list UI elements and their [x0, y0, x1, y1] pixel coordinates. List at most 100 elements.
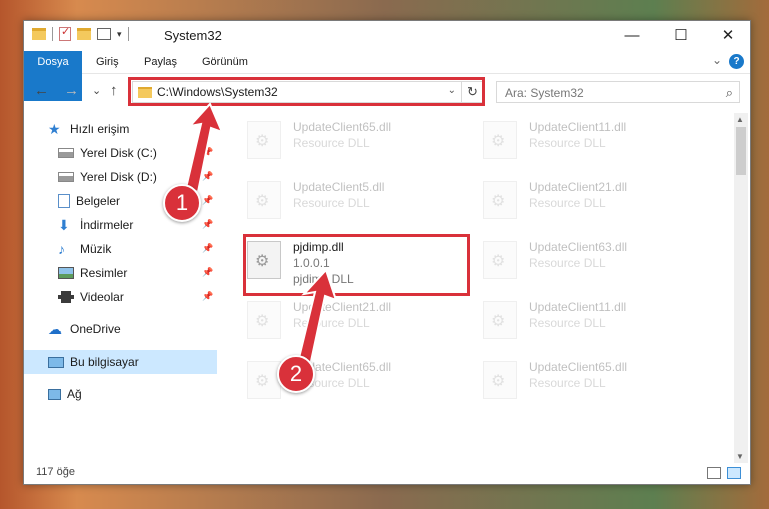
sidebar-item-label: Videolar: [80, 290, 124, 304]
file-highlight-box: [243, 234, 470, 296]
quick-access-toolbar: ▾: [32, 25, 129, 41]
step-1-badge: 1: [163, 184, 201, 222]
file-description: Resource DLL: [529, 256, 606, 270]
file-name: UpdateClient5.dll: [293, 180, 385, 194]
pin-icon: 📌: [202, 291, 214, 301]
sidebar-item-disk-c[interactable]: Yerel Disk (C:): [58, 142, 157, 164]
file-name: UpdateClient21.dll: [293, 300, 392, 314]
forward-button[interactable]: →: [64, 82, 79, 99]
window-title: System32: [164, 28, 222, 43]
file-name: UpdateClient11.dll: [529, 120, 627, 134]
sidebar-item-documents[interactable]: Belgeler: [58, 190, 120, 212]
list-item[interactable]: UpdateClient11.dll Resource DLL: [483, 117, 703, 167]
dll-file-icon: [247, 181, 281, 219]
sidebar-item-music[interactable]: ♪ Müzik: [58, 238, 111, 260]
drive-icon: [58, 172, 74, 182]
details-view-icon[interactable]: [707, 467, 721, 479]
dll-file-icon: [483, 301, 517, 339]
sidebar-item-network[interactable]: Ağ: [48, 383, 82, 405]
back-button[interactable]: ←: [34, 82, 49, 99]
dll-file-icon: [247, 361, 281, 399]
scroll-down-icon[interactable]: ▼: [736, 452, 744, 461]
item-count: 117 öğe: [36, 466, 75, 478]
dll-file-icon: [483, 121, 517, 159]
file-description: Resource DLL: [529, 196, 606, 210]
expand-ribbon-icon[interactable]: ⌄: [712, 53, 722, 67]
tab-view[interactable]: Görünüm: [192, 51, 258, 73]
close-button[interactable]: ✕: [705, 21, 751, 51]
list-item[interactable]: UpdateClient65.dll Resource DLL: [483, 357, 703, 407]
file-name: UpdateClient21.dll: [529, 180, 628, 194]
dll-file-icon: [483, 181, 517, 219]
explorer-window: ▾ System32 — ☐ ✕ Dosya Giriş Paylaş Görü…: [23, 20, 751, 485]
address-highlight-box: [128, 77, 485, 106]
sidebar-item-label: Hızlı erişim: [70, 122, 130, 136]
customize-toolbar-icon[interactable]: ▾: [117, 29, 122, 40]
video-icon: [58, 291, 74, 303]
pin-icon: 📌: [202, 243, 214, 253]
network-icon: [48, 388, 61, 400]
list-item[interactable]: UpdateClient65.dll Resource DLL: [247, 117, 467, 167]
dll-file-icon: [247, 301, 281, 339]
help-icon[interactable]: ?: [729, 54, 744, 69]
sidebar-item-onedrive[interactable]: ☁ OneDrive: [48, 318, 121, 340]
vertical-scrollbar[interactable]: ▲ ▼: [734, 113, 748, 463]
dll-file-icon: [483, 361, 517, 399]
search-icon: ⌕: [725, 85, 733, 100]
sidebar-item-label: Ağ: [67, 387, 82, 401]
pictures-icon: [58, 267, 74, 279]
drive-icon: [58, 148, 74, 158]
toolbar-divider: [127, 27, 129, 41]
file-name: UpdateClient11.dll: [529, 300, 627, 314]
toolbar-divider: [52, 27, 53, 41]
scroll-thumb[interactable]: [736, 127, 746, 175]
navigation-pane: ★ Hızlı erişim Yerel Disk (C:) 📌 Yerel D…: [24, 113, 219, 463]
new-folder-icon[interactable]: [77, 28, 91, 40]
sidebar-item-videos[interactable]: Videolar: [58, 286, 124, 308]
sidebar-item-pictures[interactable]: Resimler: [58, 262, 127, 284]
file-description: Resource DLL: [529, 376, 606, 390]
status-bar: 117 öğe: [24, 462, 750, 484]
file-description: Resource DLL: [529, 136, 606, 150]
file-name: UpdateClient65.dll: [529, 360, 628, 374]
pin-icon: 📌: [202, 219, 214, 229]
minimize-button[interactable]: —: [609, 21, 655, 51]
pin-icon: 📌: [202, 147, 214, 157]
list-item[interactable]: UpdateClient21.dll Resource DLL: [247, 297, 467, 347]
up-button[interactable]: ↑: [110, 82, 118, 99]
scroll-up-icon[interactable]: ▲: [736, 115, 744, 124]
sidebar-item-downloads[interactable]: ⬇ İndirmeler: [58, 214, 133, 236]
file-description: Resource DLL: [293, 196, 370, 210]
sidebar-item-quick-access[interactable]: ★ Hızlı erişim: [48, 118, 129, 140]
recent-locations-button[interactable]: ⌄: [92, 84, 101, 97]
tab-share[interactable]: Paylaş: [134, 51, 187, 73]
folder-icon: [32, 28, 46, 40]
documents-icon: [58, 194, 70, 208]
pin-icon: 📌: [202, 195, 214, 205]
sidebar-item-label: OneDrive: [70, 322, 121, 336]
tiles-view-icon[interactable]: [727, 467, 741, 479]
sidebar-item-this-pc[interactable]: Bu bilgisayar: [48, 351, 139, 373]
computer-icon: [48, 356, 64, 368]
file-description: Resource DLL: [293, 136, 370, 150]
ribbon-tabs: Dosya Giriş Paylaş Görünüm ⌄ ?: [24, 51, 750, 101]
dll-file-icon: [483, 241, 517, 279]
sidebar-item-label: Müzik: [80, 242, 112, 256]
list-item[interactable]: UpdateClient21.dll Resource DLL: [483, 177, 703, 227]
sidebar-item-label: Resimler: [80, 266, 128, 280]
search-input[interactable]: Ara: System32: [505, 86, 584, 100]
sidebar-item-disk-d[interactable]: Yerel Disk (D:): [58, 166, 157, 188]
file-description: Resource DLL: [293, 316, 370, 330]
pin-icon: 📌: [202, 267, 214, 277]
list-item[interactable]: UpdateClient5.dll Resource DLL: [247, 177, 467, 227]
sidebar-item-label: İndirmeler: [80, 218, 134, 232]
tab-home[interactable]: Giriş: [86, 51, 129, 73]
search-box[interactable]: Ara: System32 ⌕: [496, 81, 740, 103]
list-item[interactable]: UpdateClient11.dll Resource DLL: [483, 297, 703, 347]
view-list-icon[interactable]: [97, 28, 111, 40]
properties-icon[interactable]: [59, 25, 71, 41]
maximize-button[interactable]: ☐: [658, 21, 704, 51]
file-description: Resource DLL: [529, 316, 606, 330]
cloud-icon: ☁: [48, 321, 62, 337]
list-item[interactable]: UpdateClient63.dll Resource DLL: [483, 237, 703, 287]
